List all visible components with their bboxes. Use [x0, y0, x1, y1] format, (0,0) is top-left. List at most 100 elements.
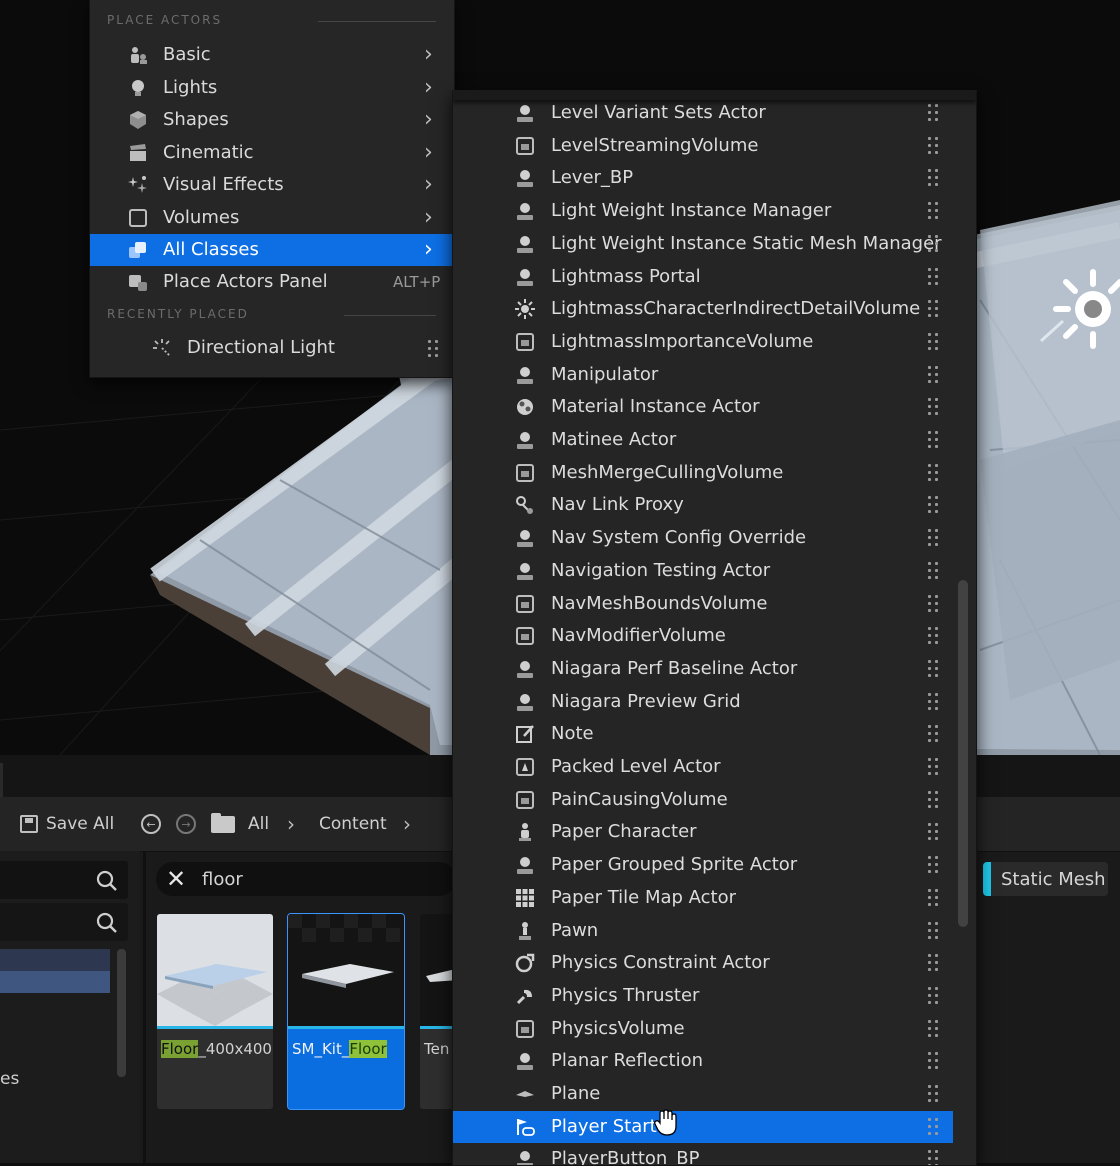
class-list-item[interactable]: Level Variant Sets Actor	[453, 97, 953, 129]
class-list-item[interactable]: Paper Character	[453, 816, 953, 848]
class-list-item[interactable]: LightmassImportanceVolume	[453, 326, 953, 358]
class-list-item[interactable]: Matinee Actor	[453, 424, 953, 456]
chevron-right-icon: ›	[287, 812, 295, 836]
class-list-item[interactable]: Lever_BP	[453, 162, 953, 194]
drag-handle-icon[interactable]	[928, 921, 938, 940]
folder-scrollbar[interactable]	[117, 949, 126, 1077]
history-back-button[interactable]: ←	[141, 797, 161, 851]
menu-item-lights[interactable]: Lights ›	[90, 72, 454, 104]
class-list-item[interactable]: Manipulator	[453, 359, 953, 391]
drag-handle-icon[interactable]	[928, 1150, 938, 1165]
class-list-item[interactable]: PhysicsVolume	[453, 1013, 953, 1045]
class-list-item[interactable]: PainCausingVolume	[453, 784, 953, 816]
class-list-item[interactable]: Lightmass Portal	[453, 261, 953, 293]
drag-handle-icon[interactable]	[928, 627, 938, 645]
class-list-item[interactable]: Player Start	[453, 1110, 953, 1143]
sources-search-box[interactable]	[0, 861, 128, 899]
drag-handle-icon[interactable]	[928, 267, 938, 286]
drag-handle-icon[interactable]	[928, 300, 938, 318]
history-forward-button[interactable]: →	[176, 797, 196, 851]
drag-handle-icon[interactable]	[928, 365, 938, 384]
menu-item-basic[interactable]: Basic ›	[90, 39, 454, 71]
class-list-item[interactable]: NavMeshBoundsVolume	[453, 588, 953, 620]
drag-handle-icon[interactable]	[928, 790, 938, 809]
asset-search-box[interactable]: ✕ floor	[156, 862, 456, 896]
drag-handle-icon[interactable]	[928, 659, 938, 678]
class-list-item[interactable]: Material Instance Actor	[453, 391, 953, 423]
class-list-item[interactable]: Physics Thruster	[453, 980, 953, 1012]
drag-handle-icon[interactable]	[928, 496, 938, 514]
class-list-item[interactable]: Navigation Testing Actor	[453, 555, 953, 587]
drag-handle-icon[interactable]	[928, 1052, 938, 1070]
breadcrumb-separator-2[interactable]: ›	[403, 797, 411, 851]
class-list-item[interactable]: Packed Level Actor	[453, 751, 953, 783]
class-list-item[interactable]: Light Weight Instance Manager	[453, 195, 953, 227]
class-list-item[interactable]: NavModifierVolume	[453, 620, 953, 652]
drag-handle-icon[interactable]	[928, 888, 938, 907]
class-list-item-label: Paper Character	[551, 821, 697, 843]
tab-edge[interactable]	[0, 763, 3, 797]
clear-search-icon[interactable]: ✕	[164, 865, 188, 893]
breadcrumb-all[interactable]: All	[248, 797, 269, 851]
class-list-item[interactable]: Light Weight Instance Static Mesh Manage…	[453, 228, 953, 260]
drag-handle-icon[interactable]	[928, 725, 938, 743]
drag-handle-icon[interactable]	[928, 431, 938, 449]
recent-item-directional-light[interactable]: Directional Light	[90, 332, 454, 364]
drag-handle-icon[interactable]	[928, 758, 938, 776]
menu-item-volumes[interactable]: Volumes ›	[90, 202, 454, 234]
drag-handle-icon[interactable]	[928, 1019, 938, 1038]
drag-handle-icon[interactable]	[928, 202, 938, 220]
class-list-item[interactable]: Planar Reflection	[453, 1045, 953, 1077]
class-list-item[interactable]: Pawn	[453, 915, 953, 947]
class-list-item[interactable]: Note	[453, 718, 953, 750]
class-list-item[interactable]: MeshMergeCullingVolume	[453, 457, 953, 489]
asset-tile[interactable]: Floor_400x400	[157, 914, 273, 1109]
class-list-item[interactable]: LevelStreamingVolume	[453, 130, 953, 162]
drag-handle-icon[interactable]	[928, 234, 938, 253]
class-list-item[interactable]: Niagara Preview Grid	[453, 686, 953, 718]
drag-handle-icon[interactable]	[928, 169, 938, 187]
drag-handle-icon[interactable]	[928, 692, 938, 711]
class-list-item[interactable]: Paper Tile Map Actor	[453, 882, 953, 914]
save-all-button[interactable]: Save All	[20, 797, 114, 851]
drag-handle-icon[interactable]	[928, 561, 938, 580]
drag-handle-icon[interactable]	[928, 954, 938, 972]
drag-handle-icon[interactable]	[928, 332, 938, 351]
panel-splitter[interactable]	[143, 851, 146, 1163]
menu-item-all-classes[interactable]: All Classes ›	[90, 234, 454, 266]
drag-handle-icon[interactable]	[928, 823, 938, 841]
drag-handle-icon[interactable]	[928, 856, 938, 874]
drag-handle-icon[interactable]	[928, 986, 938, 1005]
class-list-item[interactable]: Physics Constraint Actor	[453, 947, 953, 979]
filter-chip-static-mesh[interactable]: Static Mesh	[983, 862, 1108, 896]
drag-handle-icon[interactable]	[928, 529, 938, 547]
menu-item-visual-effects[interactable]: Visual Effects ›	[90, 169, 454, 201]
class-list-item[interactable]: LightmassCharacterIndirectDetailVolume	[453, 293, 953, 325]
drag-handle-icon[interactable]	[928, 1085, 938, 1103]
drag-handle-icon[interactable]	[928, 398, 938, 416]
breadcrumb-content[interactable]: Content	[319, 797, 387, 851]
class-list-item-label: Light Weight Instance Static Mesh Manage…	[551, 232, 942, 254]
drag-handle-icon[interactable]	[928, 1117, 938, 1136]
breadcrumb-separator-1[interactable]: ›	[287, 797, 295, 851]
folder-browse-button[interactable]	[211, 797, 235, 851]
class-list-item[interactable]: Nav Link Proxy	[453, 489, 953, 521]
plane-icon	[516, 1091, 534, 1097]
class-list-scrollbar[interactable]	[958, 580, 968, 927]
class-list-item[interactable]: Nav System Config Override	[453, 522, 953, 554]
menu-item-cinematic[interactable]: Cinematic ›	[90, 137, 454, 169]
drag-handle-icon[interactable]	[928, 104, 938, 122]
drag-handle-icon[interactable]	[928, 136, 938, 155]
menu-item-place-actors-panel[interactable]: Place Actors Panel ALT+P	[90, 266, 454, 298]
folder-search-box[interactable]	[0, 903, 128, 941]
menu-item-shapes[interactable]: Shapes ›	[90, 104, 454, 136]
class-list-item[interactable]: Paper Grouped Sprite Actor	[453, 849, 953, 881]
class-list-item[interactable]: Niagara Perf Baseline Actor	[453, 653, 953, 685]
folder-row-selected[interactable]	[0, 971, 110, 993]
drag-handle-icon[interactable]	[928, 463, 938, 482]
folder-row[interactable]	[0, 949, 110, 971]
drag-handle-icon[interactable]	[928, 594, 938, 613]
class-list-item[interactable]: Plane	[453, 1078, 953, 1110]
drag-handle-icon[interactable]	[428, 340, 438, 358]
asset-tile-selected[interactable]: SM_Kit_Floor	[287, 913, 405, 1110]
